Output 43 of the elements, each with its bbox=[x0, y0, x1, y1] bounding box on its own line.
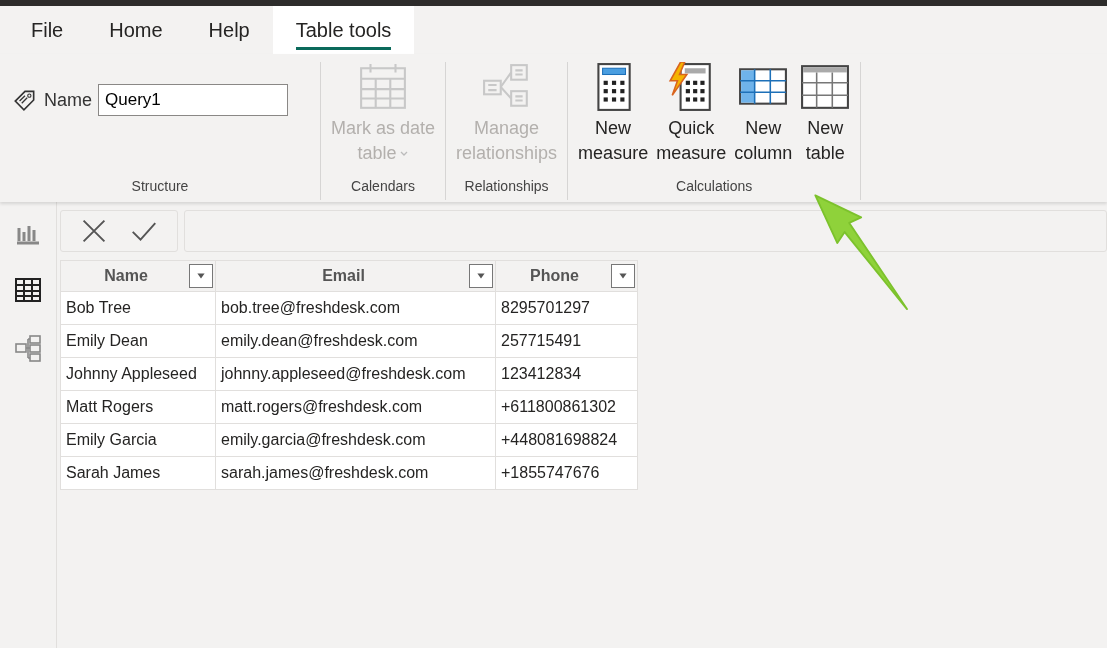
model-icon[interactable] bbox=[13, 334, 43, 364]
ribbon-button[interactable]: Quick measure bbox=[652, 62, 731, 166]
table-cell: bob.tree@freshdesk.com bbox=[215, 291, 496, 325]
table-cell: sarah.james@freshdesk.com bbox=[215, 456, 496, 490]
group-label: Calculations bbox=[675, 178, 754, 196]
group-label: Calendars bbox=[350, 178, 416, 196]
ribbon-button[interactable]: New table bbox=[796, 62, 855, 166]
ribbon-button[interactable]: New measure bbox=[574, 62, 653, 166]
table-cell: Sarah James bbox=[60, 456, 216, 490]
column-header: Email bbox=[215, 260, 496, 292]
ribbon-tab[interactable]: Help bbox=[185, 6, 273, 54]
column-header: Phone bbox=[495, 260, 638, 292]
ribbon-tab[interactable]: Table tools bbox=[272, 6, 415, 54]
table-cell: Emily Garcia bbox=[60, 423, 216, 457]
table-cell: +448081698824 bbox=[495, 423, 638, 457]
table-cell: +1855747676 bbox=[495, 456, 638, 490]
filter-dropdown-icon[interactable] bbox=[611, 264, 635, 288]
table-cell: Bob Tree bbox=[60, 291, 216, 325]
table-cell: 257715491 bbox=[495, 324, 638, 358]
table-cell: emily.dean@freshdesk.com bbox=[215, 324, 496, 358]
table-cell: Emily Dean bbox=[60, 324, 216, 358]
filter-dropdown-icon[interactable] bbox=[469, 264, 493, 288]
column-header: Name bbox=[60, 260, 216, 292]
table-icon bbox=[800, 62, 851, 112]
table-cell: matt.rogers@freshdesk.com bbox=[215, 390, 496, 424]
calendar-icon bbox=[358, 62, 408, 112]
name-field[interactable]: Query1 bbox=[98, 84, 288, 116]
table-cell: +611800861302 bbox=[495, 390, 638, 424]
group-label: Relationships bbox=[463, 178, 550, 196]
group-label: Structure bbox=[130, 178, 190, 196]
ribbon-tab[interactable]: File bbox=[8, 6, 87, 54]
name-label: Name bbox=[44, 89, 92, 111]
close-icon[interactable] bbox=[81, 218, 107, 244]
table-cell: johnny.appleseed@freshdesk.com bbox=[215, 357, 496, 391]
table-cell: 8295701297 bbox=[495, 291, 638, 325]
filter-dropdown-icon[interactable] bbox=[189, 264, 213, 288]
table-cell: Matt Rogers bbox=[60, 390, 216, 424]
table-cell: emily.garcia@freshdesk.com bbox=[215, 423, 496, 457]
table-cell: Johnny Appleseed bbox=[60, 357, 216, 391]
ribbon-button[interactable]: New column bbox=[730, 62, 797, 166]
ribbon-tab[interactable]: Home bbox=[86, 6, 186, 54]
formula-field[interactable] bbox=[184, 210, 1107, 252]
table-cell: 123412834 bbox=[495, 357, 638, 391]
